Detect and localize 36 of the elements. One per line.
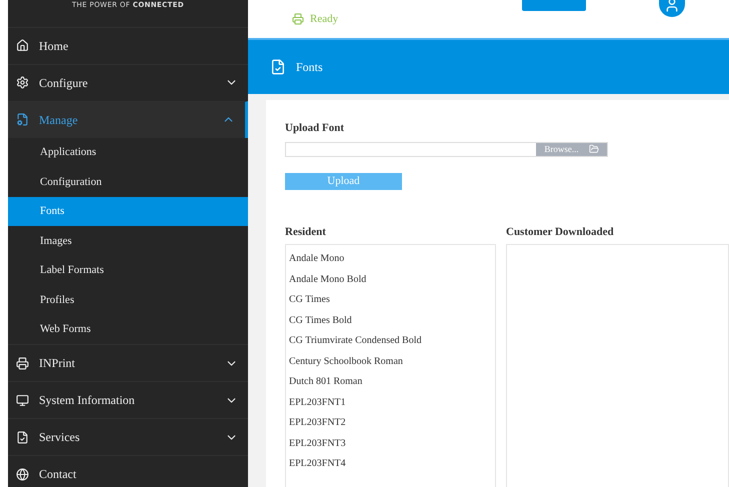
sidebar-subitem[interactable]: Configuration: [8, 167, 248, 196]
settings-icon: [16, 76, 29, 89]
sidebar-subitem[interactable]: Images: [8, 226, 248, 256]
font-list-item[interactable]: Andale Mono Bold: [289, 272, 495, 292]
home-icon: [16, 39, 29, 52]
document-gear-icon: [16, 113, 29, 126]
resident-heading: Resident: [285, 224, 327, 240]
customer-downloaded-heading: Customer Downloaded: [506, 224, 615, 240]
sidebar-subitem[interactable]: Applications: [8, 138, 248, 167]
sidebar-subitem[interactable]: Label Formats: [8, 256, 248, 285]
font-list-item[interactable]: EPL203FNT3: [289, 436, 495, 456]
status-text: Ready: [310, 12, 338, 27]
font-list-item[interactable]: CG Triumvirate Condensed Bold: [289, 333, 495, 354]
document-icon: [270, 59, 286, 75]
monitor-icon: [16, 394, 29, 406]
font-list-item[interactable]: EPL203FNT4: [289, 456, 495, 476]
sidebar-subitem[interactable]: Profiles: [8, 285, 248, 314]
folder-icon: [588, 144, 599, 154]
document-icon: [16, 430, 29, 444]
font-list-item[interactable]: Century Schoolbook Roman: [289, 354, 495, 374]
font-list-item[interactable]: Andale Mono: [289, 251, 495, 272]
page-title: Fonts: [296, 59, 323, 76]
user-icon: [664, 0, 680, 13]
user-avatar[interactable]: [659, 0, 685, 17]
sidebar-subitem[interactable]: Web Forms: [8, 314, 248, 344]
printer-icon: [16, 356, 29, 370]
sidebar-item[interactable]: Contact: [8, 455, 248, 487]
font-list-item[interactable]: CG Times: [289, 292, 495, 312]
globe-icon: [16, 468, 29, 480]
font-list-item[interactable]: Dutch 801 Roman: [289, 374, 495, 394]
font-list-item[interactable]: EPL203FNT2: [289, 415, 495, 436]
upload-font-label: Upload Font: [285, 121, 345, 136]
font-list-item[interactable]: CG Times Bold: [289, 312, 495, 333]
font-list-item[interactable]: EPL203FNT1: [289, 394, 495, 415]
sidebar-item[interactable]: Manage: [8, 100, 248, 138]
printer-icon: [292, 13, 304, 26]
